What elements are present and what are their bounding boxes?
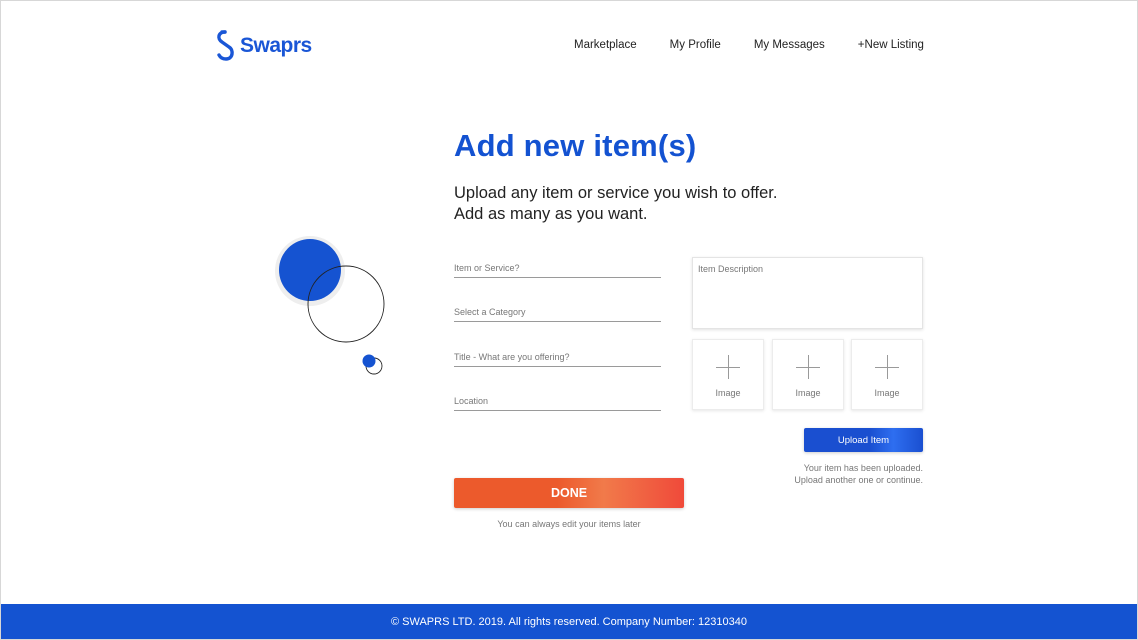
top-nav: Marketplace My Profile My Messages +New … [574, 39, 924, 51]
upload-message-line-2: Upload another one or continue. [794, 475, 923, 485]
done-note: You can always edit your items later [497, 519, 641, 529]
item-or-service-field[interactable] [454, 258, 661, 278]
nav-new-listing[interactable]: +New Listing [858, 39, 924, 51]
brand-logo[interactable]: Swaprs [214, 28, 312, 64]
image-slot-label: Image [795, 388, 821, 398]
image-upload-slot-1[interactable]: Image [692, 339, 764, 410]
nav-marketplace[interactable]: Marketplace [574, 39, 637, 51]
swaprs-logo-icon [217, 30, 234, 61]
page-subtitle: Upload any item or service you wish to o… [454, 183, 777, 225]
footer: © SWAPRS LTD. 2019. All rights reserved.… [1, 604, 1137, 639]
done-button[interactable]: DONE [454, 478, 684, 508]
image-upload-slot-2[interactable]: Image [772, 339, 844, 410]
subtitle-line-2: Add as many as you want. [454, 205, 648, 223]
subtitle-line-1: Upload any item or service you wish to o… [454, 184, 778, 202]
decorative-circles [275, 236, 385, 375]
decor-small-blue-circle [362, 354, 376, 368]
location-field[interactable] [454, 391, 661, 411]
page-title: Add new item(s) [454, 128, 697, 163]
upload-item-button[interactable]: Upload Item [804, 428, 923, 452]
category-select[interactable] [454, 302, 661, 322]
plus-icon [716, 355, 740, 379]
nav-my-profile[interactable]: My Profile [670, 39, 721, 51]
upload-message-line-1: Your item has been uploaded. [803, 463, 923, 473]
plus-icon [875, 355, 899, 379]
image-upload-slot-3[interactable]: Image [851, 339, 923, 410]
upload-status-message: Your item has been uploaded. Upload anot… [794, 462, 923, 486]
image-slot-label: Image [874, 388, 900, 398]
title-field[interactable] [454, 347, 661, 367]
image-slot-label: Image [715, 388, 741, 398]
nav-my-messages[interactable]: My Messages [754, 39, 825, 51]
item-description-field[interactable] [692, 257, 923, 329]
brand-name: Swaprs [240, 34, 312, 57]
plus-icon [796, 355, 820, 379]
footer-copyright: © SWAPRS LTD. 2019. All rights reserved.… [391, 615, 747, 628]
